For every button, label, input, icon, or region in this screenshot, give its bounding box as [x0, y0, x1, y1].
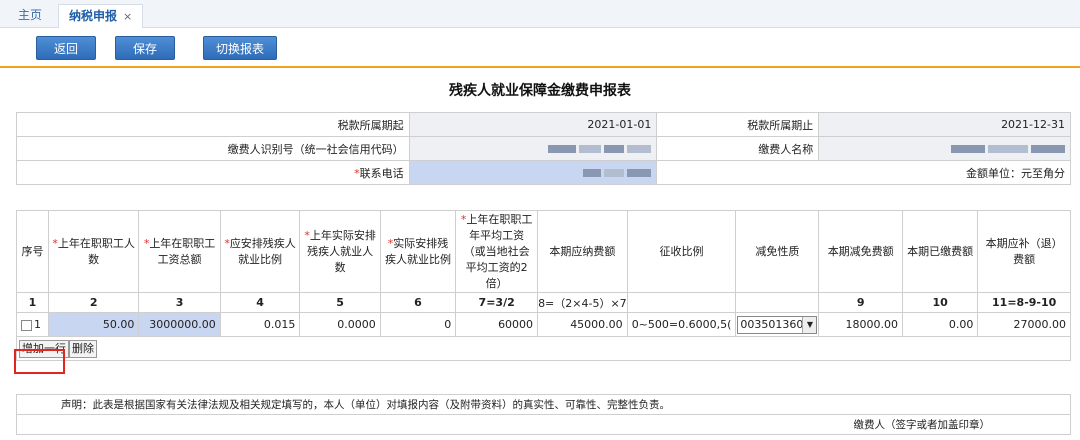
tab-tax-filing[interactable]: 纳税申报 × [58, 4, 144, 28]
column-number: 3 [138, 292, 221, 313]
delete-row-button[interactable]: 删除 [69, 339, 97, 358]
toolbar: 返回 保存 切换报表 [0, 28, 1080, 68]
action-cell: 增加一行 删除 [16, 336, 1071, 361]
tab-tax-filing-label: 纳税申报 [69, 9, 118, 23]
save-button[interactable]: 保存 [115, 36, 175, 60]
column-header: *应安排残疾人就业比例 [219, 210, 301, 293]
row-seq-cell: 1 [16, 312, 49, 337]
column-number: 1 [16, 292, 49, 313]
disabled-count-cell: 0.0000 [299, 312, 381, 337]
amount-unit: 金额单位：元至角分 [656, 160, 1071, 185]
back-button[interactable]: 返回 [36, 36, 96, 60]
column-number: 7=3/2 [455, 292, 539, 313]
average-wage-cell: 60000 [455, 312, 539, 337]
column-number: 9 [818, 292, 903, 313]
column-number [626, 292, 737, 313]
tab-bar: 主页 纳税申报 × [0, 0, 1080, 28]
column-header: 本期应补（退）费额 [977, 210, 1071, 293]
chevron-down-icon[interactable]: ▼ [802, 316, 817, 333]
column-header: 本期应纳费额 [537, 210, 628, 293]
close-icon[interactable]: × [123, 10, 132, 23]
taxpayer-id-value [408, 136, 658, 161]
phone-input[interactable] [408, 160, 658, 185]
column-header: 序号 [16, 210, 49, 293]
phone-label: *联系电话 [16, 160, 410, 185]
column-number: 5 [299, 292, 381, 313]
declaration-table: 声明：此表是根据国家有关法律法规及相关规定填写的，本人（单位）对填报内容（及附带… [16, 394, 1071, 435]
column-number: 2 [47, 292, 140, 313]
period-start-value: 2021-01-01 [408, 112, 658, 137]
reduced-amount-cell: 18000.00 [818, 312, 903, 337]
info-table: 税款所属期起 2021-01-01 税款所属期止 2021-12-31 缴费人识… [16, 112, 1071, 185]
period-start-label: 税款所属期起 [16, 112, 410, 137]
column-header: 本期已缴费额 [901, 210, 979, 293]
switch-report-button[interactable]: 切换报表 [203, 36, 277, 60]
form-title: 残疾人就业保障金缴费申报表 [449, 83, 631, 99]
column-header: *上年在职职工人数 [47, 210, 140, 293]
total-wages-input[interactable]: 3000000.00 [138, 312, 221, 337]
due-amount-cell: 27000.00 [977, 312, 1071, 337]
column-number: 11=8-9-10 [977, 292, 1071, 313]
column-header: 本期减免费额 [818, 210, 903, 293]
period-end-label: 税款所属期止 [656, 112, 820, 137]
column-number [735, 292, 820, 313]
column-number: 10 [901, 292, 979, 313]
taxpayer-name-label: 缴费人名称 [656, 136, 820, 161]
column-header: *上年在职职工工资总额 [138, 210, 221, 293]
reduction-type-select[interactable]: 0035013601 ▼ [737, 315, 818, 334]
column-header: *上年实际安排残疾人就业人数 [299, 210, 381, 293]
column-header: *上年在职职工年平均工资（或当地社会平均工资的2倍） [455, 210, 539, 293]
table-row: 1 50.00 3000000.00 0.015 0.0000 0 60000 … [16, 312, 1071, 337]
action-row: 增加一行 删除 [16, 336, 1071, 361]
column-number-row: 1 2 3 4 5 6 7=3/2 8=（2×4-5）×7 9 10 11=8-9-10 [16, 292, 1071, 313]
column-header: *实际安排残疾人就业比例 [379, 210, 457, 293]
employment-ratio-cell: 0.015 [219, 312, 301, 337]
column-number: 6 [379, 292, 457, 313]
period-end-value: 2021-12-31 [818, 112, 1071, 137]
column-number: 8=（2×4-5）×7 [537, 292, 628, 313]
taxpayer-id-label: 缴费人识别号（统一社会信用代码） [16, 136, 410, 161]
column-header: 减免性质 [735, 210, 820, 293]
paid-amount-cell: 0.00 [901, 312, 979, 337]
staff-count-input[interactable]: 50.00 [47, 312, 140, 337]
actual-ratio-cell: 0 [379, 312, 457, 337]
signature-label: 缴费人（签字或者加盖印章） [16, 414, 1071, 435]
tab-home[interactable]: 主页 [8, 4, 52, 28]
row-checkbox[interactable] [21, 319, 32, 331]
taxpayer-name-value [818, 136, 1071, 161]
reduction-type-cell: 0035013601 ▼ [735, 312, 820, 337]
header-row: 序号 *上年在职职工人数 *上年在职职工工资总额 *应安排残疾人就业比例 *上年实际安排… [16, 210, 1071, 293]
payable-amount-cell: 45000.00 [537, 312, 628, 337]
column-header: 征收比例 [626, 210, 737, 293]
declaration-text: 声明：此表是根据国家有关法律法规及相关规定填写的，本人（单位）对填报内容（及附带… [16, 394, 1071, 415]
collection-ratio-cell: 0~500=0.6000,5( [626, 312, 737, 337]
fee-table: 序号 *上年在职职工人数 *上年在职职工工资总额 *应安排残疾人就业比例 *上年实际安排… [16, 210, 1071, 361]
column-number: 4 [219, 292, 301, 313]
add-row-highlight [14, 349, 65, 374]
